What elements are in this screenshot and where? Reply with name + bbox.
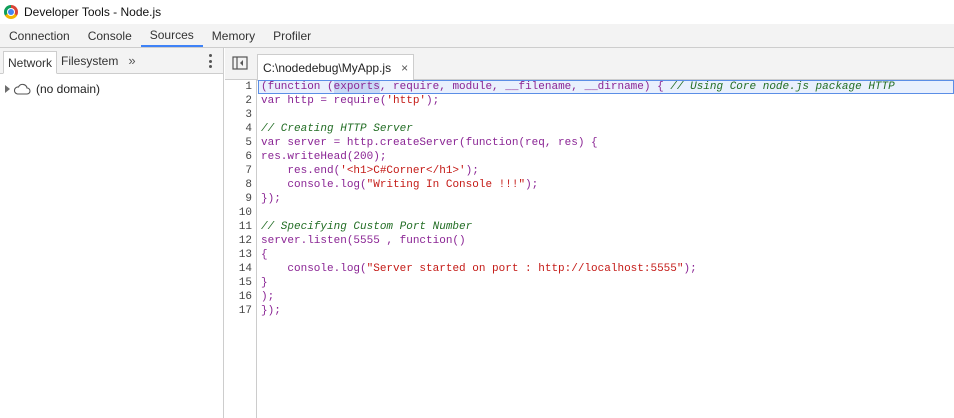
code-line[interactable]: }); (258, 192, 954, 206)
line-number[interactable]: 7 (225, 164, 256, 178)
tab-memory[interactable]: Memory (203, 24, 264, 47)
tab-sources[interactable]: Sources (140, 24, 203, 47)
toggle-navigator-icon[interactable] (232, 56, 248, 70)
line-number[interactable]: 5 (225, 136, 256, 150)
code-token: ); (465, 165, 479, 177)
file-tab-myapp[interactable]: C:\nodedebug\MyApp.js × (257, 54, 415, 81)
code-token: res.end( (261, 165, 341, 177)
line-number[interactable]: 10 (225, 206, 256, 220)
code-comment: // Using Core node.js package HTTP (670, 81, 895, 93)
line-number[interactable]: 6 (225, 150, 256, 164)
code-token: (function ( (261, 81, 334, 93)
tab-filesystem[interactable]: Filesystem (57, 48, 122, 73)
tree-item-no-domain[interactable]: (no domain) (0, 80, 223, 98)
code-line[interactable]: } (258, 276, 954, 290)
cloud-icon (13, 83, 31, 95)
code-token: var http = require( (261, 95, 387, 107)
code-token: ); (683, 263, 697, 275)
line-number[interactable]: 13 (225, 248, 256, 262)
code-token: ); (525, 179, 539, 191)
code-line[interactable]: res.end('<h1>C#Corner</h1>'); (258, 164, 954, 178)
code-line[interactable] (258, 108, 954, 122)
code-line[interactable]: // Specifying Custom Port Number (258, 220, 954, 234)
source-editor: C:\nodedebug\MyApp.js × 1 2 3 4 5 6 7 8 … (225, 48, 954, 418)
line-number[interactable]: 3 (225, 108, 256, 122)
line-number-gutter[interactable]: 1 2 3 4 5 6 7 8 9 10 11 12 13 14 15 16 1… (225, 80, 257, 418)
code-lines[interactable]: (function (exports, require, module, __f… (258, 80, 954, 318)
line-number[interactable]: 14 (225, 262, 256, 276)
selected-token: exports (333, 81, 380, 93)
code-line[interactable]: (function (exports, require, module, __f… (258, 80, 954, 94)
code-string: '<h1>C#Corner</h1>' (340, 165, 466, 177)
navigator-tab-bar: Network Filesystem » (0, 48, 223, 74)
code-token: console.log( (261, 179, 367, 191)
code-line[interactable]: var server = http.createServer(function(… (258, 136, 954, 150)
tab-connection[interactable]: Connection (0, 24, 79, 47)
expand-arrow-icon[interactable] (5, 85, 10, 93)
close-tab-icon[interactable]: × (401, 62, 408, 74)
code-string: 'http' (386, 95, 427, 107)
tab-network[interactable]: Network (3, 51, 58, 74)
line-number[interactable]: 15 (225, 276, 256, 290)
code-token: ); (426, 95, 440, 107)
tab-console[interactable]: Console (79, 24, 141, 47)
code-token: console.log( (261, 263, 367, 275)
line-number[interactable]: 12 (225, 234, 256, 248)
tree-item-label: (no domain) (36, 82, 101, 96)
main-tab-bar: Connection Console Sources Memory Profil… (0, 24, 954, 48)
code-line[interactable]: }); (258, 304, 954, 318)
line-number[interactable]: 1 (225, 80, 256, 94)
line-number[interactable]: 2 (225, 94, 256, 108)
line-number[interactable]: 11 (225, 220, 256, 234)
code-line[interactable]: res.writeHead(200); (258, 150, 954, 164)
code-line[interactable]: server.listen(5555 , function() (258, 234, 954, 248)
code-line[interactable]: console.log("Server started on port : ht… (258, 262, 954, 276)
code-area[interactable]: 1 2 3 4 5 6 7 8 9 10 11 12 13 14 15 16 1… (225, 80, 954, 418)
title-bar: Developer Tools - Node.js (0, 0, 954, 24)
line-number[interactable]: 8 (225, 178, 256, 192)
sources-navigator: Network Filesystem » (no domain) (0, 48, 224, 418)
line-number[interactable]: 9 (225, 192, 256, 206)
code-line[interactable]: console.log("Writing In Console !!!"); (258, 178, 954, 192)
tab-profiler[interactable]: Profiler (264, 24, 320, 47)
editor-tab-bar: C:\nodedebug\MyApp.js × (225, 48, 954, 81)
chrome-logo-icon (4, 5, 18, 19)
line-number[interactable]: 17 (225, 304, 256, 318)
code-string: "Server started on port : http://localho… (366, 263, 684, 275)
code-line[interactable]: // Creating HTTP Server (258, 122, 954, 136)
code-string: "Writing In Console !!!" (366, 179, 526, 191)
code-line[interactable]: { (258, 248, 954, 262)
code-line[interactable]: ); (258, 290, 954, 304)
more-options-icon[interactable] (205, 54, 215, 68)
code-token: , require, module, __filename, __dirname… (379, 81, 671, 93)
file-tree: (no domain) (0, 74, 223, 98)
more-tabs-button[interactable]: » (122, 48, 141, 73)
file-tab-label: C:\nodedebug\MyApp.js (263, 61, 392, 75)
window-title: Developer Tools - Node.js (24, 5, 162, 19)
line-number[interactable]: 4 (225, 122, 256, 136)
code-line[interactable] (258, 206, 954, 220)
line-number[interactable]: 16 (225, 290, 256, 304)
code-line[interactable]: var http = require('http'); (258, 94, 954, 108)
